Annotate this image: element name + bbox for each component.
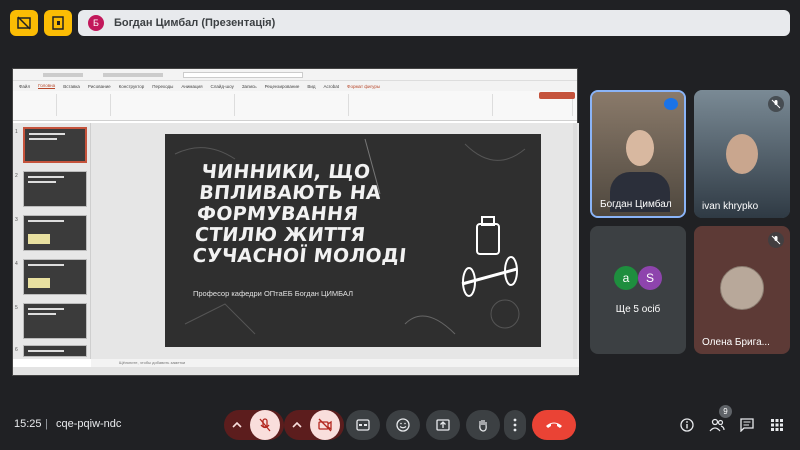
- pp-tab[interactable]: Рисование: [88, 84, 111, 89]
- pp-tab[interactable]: Файл: [19, 84, 30, 89]
- stop-presenting-button[interactable]: [44, 10, 72, 36]
- activities-button[interactable]: [768, 416, 786, 434]
- slide-canvas: ЧИННИКИ, ЩО ВПЛИВАЮТЬ НА ФОРМУВАННЯ СТИЛ…: [91, 123, 579, 359]
- ribbon-group: [61, 94, 111, 116]
- people-button[interactable]: [708, 416, 726, 434]
- pp-tab[interactable]: Вид: [307, 84, 315, 89]
- info-icon: [680, 418, 694, 432]
- thumb-number: 5: [15, 305, 18, 311]
- thumb-number: 4: [15, 261, 18, 267]
- notes-pane[interactable]: Щёлкните, чтобы добавить заметки: [91, 359, 579, 367]
- mic-off-icon: [768, 96, 784, 112]
- captions-icon: [356, 419, 370, 431]
- ribbon-group: [239, 94, 349, 116]
- pp-tab[interactable]: Запись: [242, 84, 257, 89]
- pp-ribbon: [13, 91, 577, 121]
- slide-thumbnail[interactable]: [23, 127, 87, 163]
- hang-up-icon: [546, 422, 562, 428]
- pp-tab[interactable]: Слайд-шоу: [211, 84, 234, 89]
- more-participants-label: Ще 5 осіб: [615, 304, 661, 315]
- participant-name: Олена Брига...: [702, 337, 770, 348]
- slide[interactable]: ЧИННИКИ, ЩО ВПЛИВАЮТЬ НА ФОРМУВАННЯ СТИЛ…: [165, 134, 541, 347]
- avatar: [720, 266, 764, 310]
- person-face: [626, 130, 654, 166]
- chat-icon: [740, 418, 754, 432]
- people-icon: [709, 418, 725, 432]
- pp-titlebar: [13, 69, 577, 81]
- present-icon: [52, 16, 64, 30]
- separator: |: [45, 418, 48, 430]
- more-vert-icon: [513, 418, 517, 432]
- pp-tab[interactable]: Анимация: [181, 84, 202, 89]
- meeting-code: cqe-pqiw-ndc: [56, 418, 122, 430]
- chevron-up-icon: [292, 421, 302, 428]
- raise-hand-button[interactable]: [466, 410, 500, 440]
- thumb-number: 1: [15, 129, 18, 135]
- emoji-button[interactable]: [386, 410, 420, 440]
- speaking-icon: [664, 98, 678, 110]
- mic-off-icon: [768, 232, 784, 248]
- pp-tab[interactable]: Рецензирование: [265, 84, 300, 89]
- chat-button[interactable]: [738, 416, 756, 434]
- slide-subtitle: Професор кафедри ОПтаЕБ Богдан ЦИМБАЛ: [193, 289, 354, 298]
- pp-tab-active[interactable]: Головна: [38, 83, 56, 89]
- mic-options-button[interactable]: [224, 410, 250, 440]
- avatar: S: [638, 266, 662, 290]
- dumbbell-icon: [461, 216, 518, 297]
- person-face: [726, 134, 758, 174]
- pp-tab[interactable]: Конструктор: [119, 84, 145, 89]
- mic-off-icon: [259, 418, 271, 432]
- pp-tab[interactable]: Вставка: [63, 84, 80, 89]
- people-count-badge: 9: [719, 405, 732, 418]
- slide-thumbnail[interactable]: [23, 345, 87, 357]
- shared-screen: Файл Головна Вставка Рисование Конструкт…: [12, 68, 579, 376]
- view-off-icon: [17, 16, 31, 30]
- present-screen-icon: [436, 419, 450, 431]
- participant-tile[interactable]: Олена Брига...: [694, 226, 790, 354]
- captions-button[interactable]: [346, 410, 380, 440]
- ribbon-group: [353, 94, 493, 116]
- chevron-up-icon: [232, 421, 242, 428]
- slide-thumbnail[interactable]: [23, 171, 87, 207]
- share-button[interactable]: [539, 92, 575, 99]
- status-bar: [13, 367, 579, 375]
- participant-tile[interactable]: Богдан Цимбал: [590, 90, 686, 218]
- thumb-number: 6: [15, 347, 18, 353]
- pp-tab[interactable]: Формат фигуры: [347, 84, 380, 89]
- ribbon-group: [17, 94, 57, 116]
- hand-icon: [479, 420, 487, 432]
- participant-name: ivan khrypko: [702, 201, 759, 212]
- pp-tab[interactable]: Acrobat: [324, 84, 340, 89]
- participant-name: Богдан Цимбал: [600, 199, 672, 210]
- more-participants-tile[interactable]: a S Ще 5 осіб: [590, 226, 686, 354]
- mic-toggle-button[interactable]: [250, 410, 280, 440]
- hide-self-view-button[interactable]: [10, 10, 38, 36]
- present-button[interactable]: [426, 410, 460, 440]
- presenter-avatar: Б: [88, 15, 104, 31]
- ribbon-group: [115, 94, 235, 116]
- scrollbar[interactable]: [573, 123, 577, 359]
- clock: 15:25: [14, 418, 42, 430]
- slide-thumbnail[interactable]: [23, 303, 87, 339]
- meeting-details-button[interactable]: [678, 416, 696, 434]
- participant-tile[interactable]: ivan khrypko: [694, 90, 790, 218]
- presenter-bar: Б Богдан Цимбал (Презентація): [78, 10, 790, 36]
- slide-thumbnail[interactable]: [23, 215, 87, 251]
- slide-title: ЧИННИКИ, ЩО ВПЛИВАЮТЬ НА ФОРМУВАННЯ СТИЛ…: [191, 161, 408, 267]
- pp-tab[interactable]: Переходы: [152, 84, 173, 89]
- thumb-number: 3: [15, 217, 18, 223]
- thumb-number: 2: [15, 173, 18, 179]
- avatar: a: [614, 266, 638, 290]
- slide-thumbnail[interactable]: [23, 259, 87, 295]
- apps-grid-icon: [771, 419, 783, 431]
- leave-call-button[interactable]: [532, 410, 576, 440]
- camera-off-icon: [318, 418, 332, 432]
- slide-thumbnails: 1 2 3 4 5 6: [13, 123, 91, 359]
- more-options-button[interactable]: [504, 410, 526, 440]
- pp-ribbon-tabs: Файл Головна Вставка Рисование Конструкт…: [13, 81, 577, 91]
- emoji-icon: [396, 418, 410, 432]
- camera-toggle-button[interactable]: [310, 410, 340, 440]
- camera-options-button[interactable]: [284, 410, 310, 440]
- presenter-label: Богдан Цимбал (Презентація): [114, 17, 276, 29]
